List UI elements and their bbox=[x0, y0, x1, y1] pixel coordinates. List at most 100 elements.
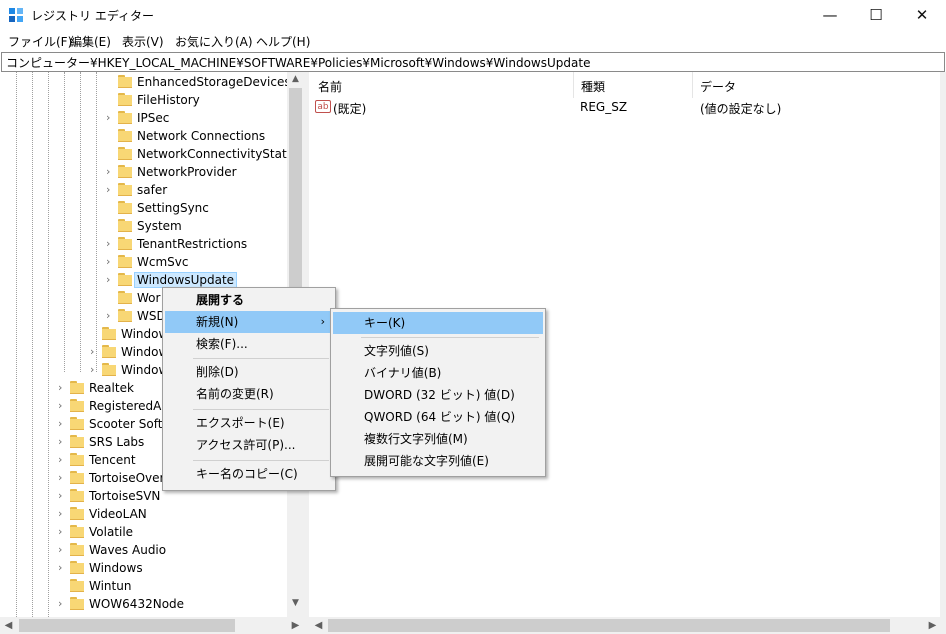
list-hscroll-thumb[interactable] bbox=[328, 619, 890, 632]
list-vertical-scrollbar[interactable] bbox=[940, 72, 946, 617]
expand-chevron-icon[interactable]: › bbox=[58, 489, 68, 502]
expand-chevron-icon[interactable]: › bbox=[58, 399, 68, 412]
folder-icon bbox=[102, 327, 116, 340]
submenu-item-qword-value[interactable]: QWORD (64 ビット) 値(Q) bbox=[333, 406, 543, 428]
tree-item-label: FileHistory bbox=[137, 93, 200, 107]
tree-item[interactable]: › WOW6432Node bbox=[0, 595, 287, 613]
tree-item[interactable]: Network Connections bbox=[0, 127, 287, 145]
folder-icon bbox=[70, 579, 84, 592]
menu-item-expand-label: 展開する bbox=[196, 293, 245, 307]
expand-chevron-icon[interactable]: › bbox=[106, 255, 116, 268]
value-type: REG_SZ bbox=[580, 100, 628, 114]
scroll-left-icon[interactable]: ◀ bbox=[310, 617, 327, 634]
menu-view[interactable]: 表示(V) bbox=[122, 33, 164, 50]
scroll-right-icon[interactable]: ▶ bbox=[924, 617, 941, 634]
menu-file[interactable]: ファイル(F) bbox=[8, 33, 72, 50]
regedit-icon bbox=[9, 8, 23, 22]
expand-chevron-icon[interactable]: › bbox=[58, 381, 68, 394]
expand-chevron-icon[interactable]: › bbox=[58, 597, 68, 610]
tree-item[interactable]: FileHistory bbox=[0, 91, 287, 109]
close-button[interactable]: ✕ bbox=[899, 0, 945, 31]
tree-item[interactable]: NetworkConnectivityStatusI bbox=[0, 145, 304, 163]
menu-item-rename-label: 名前の変更(R) bbox=[196, 387, 274, 401]
column-divider[interactable] bbox=[573, 72, 574, 98]
tree-item[interactable]: › WcmSvc bbox=[0, 253, 287, 271]
folder-icon bbox=[70, 543, 84, 556]
expand-chevron-icon[interactable]: › bbox=[58, 507, 68, 520]
tree-item[interactable]: › IPSec bbox=[0, 109, 287, 127]
tree-item[interactable]: › safer bbox=[0, 181, 287, 199]
tree-item-label: TortoiseOverl bbox=[89, 471, 168, 485]
folder-icon bbox=[70, 435, 84, 448]
maximize-button[interactable]: ☐ bbox=[853, 0, 899, 31]
tree-item-label: TortoiseSVN bbox=[89, 489, 161, 503]
folder-icon bbox=[70, 507, 84, 520]
tree-item-label: safer bbox=[137, 183, 168, 197]
address-bar[interactable]: コンピューター¥HKEY_LOCAL_MACHINE¥SOFTWARE¥Poli… bbox=[1, 52, 945, 72]
tree-item[interactable]: › Volatile bbox=[0, 523, 287, 541]
tree-item[interactable]: › TenantRestrictions bbox=[0, 235, 287, 253]
menu-item-rename[interactable]: 名前の変更(R) bbox=[165, 383, 333, 405]
folder-icon bbox=[70, 471, 84, 484]
submenu-item-string-value[interactable]: 文字列値(S) bbox=[333, 340, 543, 362]
menu-item-copy-key-name[interactable]: キー名のコピー(C) bbox=[165, 463, 333, 485]
tree-item[interactable]: Wintun bbox=[0, 577, 287, 595]
scroll-right-icon[interactable]: ▶ bbox=[287, 617, 304, 634]
menu-item-delete[interactable]: 削除(D) bbox=[165, 361, 333, 383]
value-name[interactable]: (既定) bbox=[333, 100, 366, 117]
expand-chevron-icon[interactable]: › bbox=[90, 363, 100, 376]
tree-item[interactable]: › VideoLAN bbox=[0, 505, 287, 523]
expand-chevron-icon[interactable]: › bbox=[58, 543, 68, 556]
menu-favorites[interactable]: お気に入り(A) bbox=[175, 33, 253, 50]
tree-item[interactable]: SettingSync bbox=[0, 199, 287, 217]
column-header-data[interactable]: データ bbox=[700, 78, 736, 95]
menu-help[interactable]: ヘルプ(H) bbox=[256, 33, 310, 50]
expand-chevron-icon[interactable]: › bbox=[58, 561, 68, 574]
tree-item[interactable]: › NetworkProvider bbox=[0, 163, 287, 181]
submenu-item-expandable-string-value[interactable]: 展開可能な文字列値(E) bbox=[333, 450, 543, 472]
column-divider[interactable] bbox=[692, 72, 693, 98]
submenu-item-key[interactable]: キー(K) bbox=[333, 312, 543, 334]
menu-edit[interactable]: 編集(E) bbox=[70, 33, 111, 50]
expand-chevron-icon[interactable]: › bbox=[106, 111, 116, 124]
expand-chevron-icon[interactable]: › bbox=[106, 183, 116, 196]
tree-item[interactable]: › Windows bbox=[0, 559, 287, 577]
submenu-item-multi-string-value[interactable]: 複数行文字列値(M) bbox=[333, 428, 543, 450]
menu-item-find[interactable]: 検索(F)... bbox=[165, 333, 333, 355]
expand-chevron-icon[interactable]: › bbox=[58, 471, 68, 484]
column-header-name[interactable]: 名前 bbox=[318, 78, 342, 95]
expand-chevron-icon[interactable]: › bbox=[106, 165, 116, 178]
string-value-icon: ab bbox=[315, 100, 331, 113]
submenu-item-dword-value-label: DWORD (32 ビット) 値(D) bbox=[364, 388, 515, 402]
menu-separator bbox=[193, 409, 329, 410]
scroll-up-icon[interactable]: ▲ bbox=[287, 74, 304, 86]
menu-item-export[interactable]: エクスポート(E) bbox=[165, 412, 333, 434]
tree-item[interactable]: System bbox=[0, 217, 287, 235]
menu-item-permissions[interactable]: アクセス許可(P)... bbox=[165, 434, 333, 456]
minimize-button[interactable]: — bbox=[807, 0, 853, 31]
expand-chevron-icon[interactable]: › bbox=[106, 273, 116, 286]
expand-chevron-icon[interactable]: › bbox=[106, 309, 116, 322]
expand-chevron-icon[interactable]: › bbox=[58, 417, 68, 430]
scroll-down-icon[interactable]: ▼ bbox=[287, 598, 304, 610]
tree-item-label: Windows bbox=[89, 561, 143, 575]
expand-chevron-icon[interactable]: › bbox=[58, 453, 68, 466]
tree-item[interactable]: › Waves Audio bbox=[0, 541, 287, 559]
tree-item-label: Scooter Softw bbox=[89, 417, 173, 431]
tree-hscroll-thumb[interactable] bbox=[19, 619, 235, 632]
scroll-left-icon[interactable]: ◀ bbox=[0, 617, 17, 634]
expand-chevron-icon[interactable]: › bbox=[90, 345, 100, 358]
submenu-item-dword-value[interactable]: DWORD (32 ビット) 値(D) bbox=[333, 384, 543, 406]
expand-chevron-icon[interactable]: › bbox=[58, 525, 68, 538]
tree-item[interactable]: EnhancedStorageDevices bbox=[0, 73, 291, 91]
expand-chevron-icon[interactable]: › bbox=[106, 237, 116, 250]
tree-scroll-thumb[interactable] bbox=[289, 88, 302, 298]
menu-item-expand[interactable]: 展開する bbox=[165, 289, 333, 311]
folder-icon bbox=[118, 255, 132, 268]
menu-item-delete-label: 削除(D) bbox=[196, 365, 239, 379]
tree-item-label: WindowsUpdate bbox=[133, 272, 238, 288]
column-header-type[interactable]: 種類 bbox=[581, 78, 605, 95]
expand-chevron-icon[interactable]: › bbox=[58, 435, 68, 448]
submenu-item-binary-value[interactable]: バイナリ値(B) bbox=[333, 362, 543, 384]
menu-item-new[interactable]: 新規(N) › bbox=[165, 311, 333, 333]
